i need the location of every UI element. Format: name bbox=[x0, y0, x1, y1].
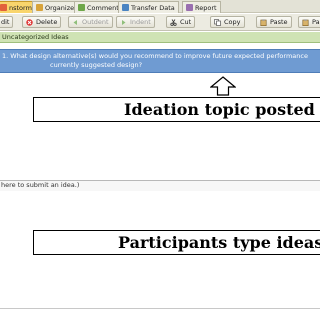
indent-icon bbox=[120, 19, 127, 26]
edit-button[interactable]: dit bbox=[0, 16, 14, 28]
paste-label: Paste bbox=[312, 18, 320, 26]
tab-label: Transfer Data bbox=[131, 3, 175, 12]
paste-icon bbox=[302, 18, 309, 26]
toolbar: dit Delete Outdent Indent Cut Copy Paste… bbox=[0, 14, 320, 31]
tab-label: Comment bbox=[87, 3, 119, 12]
paste-special-button[interactable]: Paste bbox=[298, 16, 320, 28]
delete-label: Delete bbox=[36, 18, 58, 26]
cut-label: Cut bbox=[180, 18, 192, 26]
outdent-icon bbox=[72, 19, 79, 26]
tab-label: Organize bbox=[45, 3, 75, 12]
idea-input-prompt[interactable]: here to submit an idea.) bbox=[0, 181, 320, 191]
outdent-label: Outdent bbox=[82, 18, 109, 26]
indent-button[interactable]: Indent bbox=[116, 16, 155, 28]
copy-button[interactable]: Copy bbox=[210, 16, 245, 28]
prompt-text: here to submit an idea.) bbox=[1, 181, 80, 189]
divider bbox=[0, 308, 320, 309]
topic-line-1: 1. What design alternative(s) would you … bbox=[2, 52, 308, 60]
indent-label: Indent bbox=[130, 18, 151, 26]
topic-callout: Ideation topic posted here bbox=[33, 97, 320, 122]
groupware-window: nstorm Organize Comment Transfer Data Re… bbox=[0, 0, 320, 320]
topic-line-2: currently suggested design? bbox=[50, 61, 143, 69]
paste-button[interactable]: Paste bbox=[256, 16, 292, 28]
copy-label: Copy bbox=[224, 18, 241, 26]
edit-label: dit bbox=[1, 18, 10, 26]
comment-icon bbox=[78, 4, 85, 11]
copy-icon bbox=[214, 18, 221, 26]
brainstorm-icon bbox=[0, 4, 7, 11]
cut-button[interactable]: Cut bbox=[166, 16, 196, 28]
transfer-icon bbox=[122, 4, 129, 11]
outdent-button[interactable]: Outdent bbox=[68, 16, 113, 28]
paste-label: Paste bbox=[270, 18, 288, 26]
scissors-icon bbox=[170, 18, 177, 26]
ideas-callout: Participants type ideas here bbox=[33, 230, 320, 255]
ideas-callout-text: Participants type ideas here bbox=[118, 233, 320, 252]
topic-callout-text: Ideation topic posted here bbox=[124, 100, 320, 119]
tab-label: Report bbox=[195, 3, 217, 12]
category-label: Uncategorized Ideas bbox=[2, 33, 69, 41]
report-icon bbox=[186, 4, 193, 11]
tab-label: nstorm bbox=[9, 3, 32, 12]
tab-transfer-data[interactable]: Transfer Data bbox=[118, 1, 179, 13]
category-header[interactable]: Uncategorized Ideas bbox=[0, 32, 320, 43]
tab-comment[interactable]: Comment bbox=[74, 1, 123, 13]
delete-icon bbox=[26, 18, 33, 26]
tab-brainstorm[interactable]: nstorm bbox=[0, 1, 36, 13]
ideation-topic[interactable]: 1. What design alternative(s) would you … bbox=[0, 49, 320, 73]
delete-button[interactable]: Delete bbox=[22, 16, 62, 28]
paste-icon bbox=[260, 18, 267, 26]
organize-icon bbox=[36, 4, 43, 11]
tab-organize[interactable]: Organize bbox=[32, 1, 79, 13]
tab-report[interactable]: Report bbox=[182, 1, 221, 13]
tab-strip: nstorm Organize Comment Transfer Data Re… bbox=[0, 0, 320, 13]
